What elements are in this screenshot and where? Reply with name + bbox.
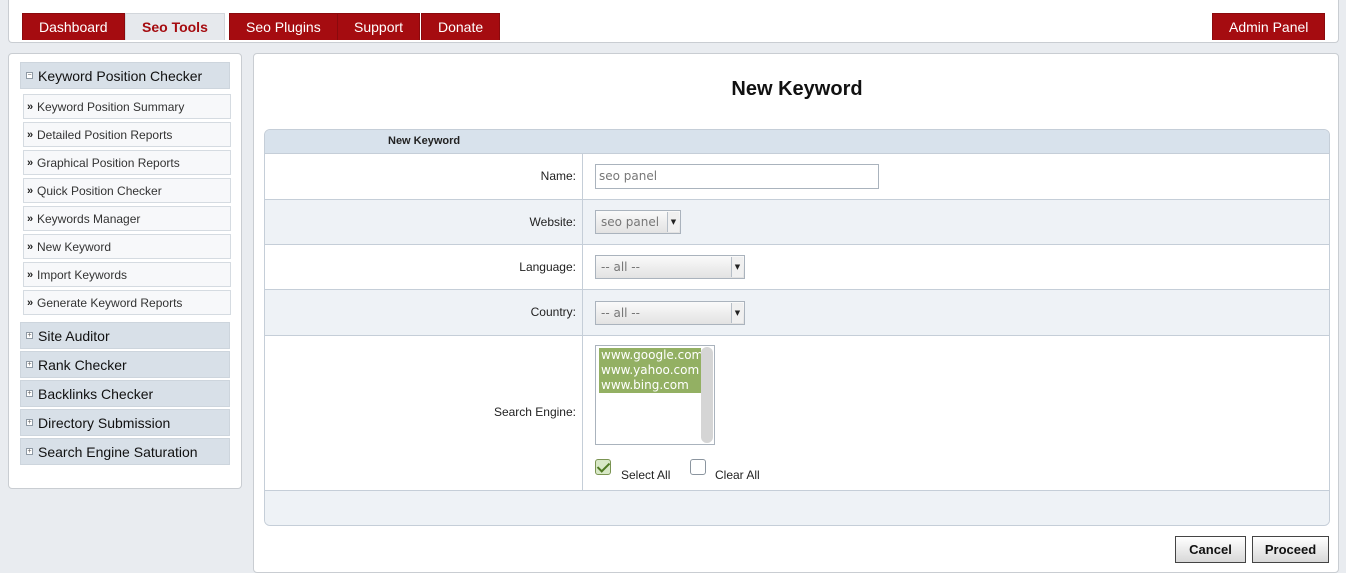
double-chevron-right-icon: » — [27, 101, 34, 113]
sidebar-section-label: Rank Checker — [38, 357, 127, 373]
sidebar-section-search-engine-saturation[interactable]: + Search Engine Saturation — [20, 438, 230, 465]
sidebar-item-label: Detailed Position Reports — [37, 128, 173, 142]
website-label: Website: — [529, 215, 576, 229]
sidebar-section-site-auditor[interactable]: + Site Auditor — [20, 322, 230, 349]
form-row-country: Country: -- all -- ▼ — [265, 290, 1329, 336]
search-engine-option-google[interactable]: www.google.com — [599, 348, 703, 363]
language-label: Language: — [519, 260, 576, 274]
clear-all-label: Clear All — [715, 468, 760, 482]
sidebar-item-label: Generate Keyword Reports — [37, 296, 183, 310]
form-row-name: Name: seo panel — [265, 154, 1329, 200]
sidebar-item-label: Keyword Position Summary — [37, 100, 185, 114]
double-chevron-right-icon: » — [27, 185, 34, 197]
form-header: New Keyword — [265, 130, 1329, 154]
sidebar-section-label: Keyword Position Checker — [38, 68, 203, 84]
tab-seo-tools[interactable]: Seo Tools — [125, 13, 225, 40]
name-label: Name: — [540, 169, 576, 183]
admin-panel-button[interactable]: Admin Panel — [1212, 13, 1326, 40]
country-select-value: -- all -- — [601, 306, 640, 320]
sidebar-item-label: Graphical Position Reports — [37, 156, 180, 170]
sidebar-item-graphical-position-reports[interactable]: » Graphical Position Reports — [23, 150, 231, 175]
listbox-scrollbar[interactable] — [701, 347, 713, 443]
sidebar-section-backlinks-checker[interactable]: + Backlinks Checker — [20, 380, 230, 407]
select-all-checkbox[interactable] — [595, 459, 611, 475]
double-chevron-right-icon: » — [27, 297, 34, 309]
sidebar-item-import-keywords[interactable]: » Import Keywords — [23, 262, 231, 287]
sidebar-item-keywords-manager[interactable]: » Keywords Manager — [23, 206, 231, 231]
form-row-website: Website: seo panel ▼ — [265, 200, 1329, 245]
top-navigation-bar: Dashboard Seo Tools Seo Plugins Support … — [8, 0, 1339, 43]
expand-icon: + — [26, 390, 33, 397]
double-chevron-right-icon: » — [27, 129, 34, 141]
tab-seo-plugins[interactable]: Seo Plugins — [229, 13, 338, 40]
main-content: New Keyword New Keyword Name: seo panel … — [253, 53, 1339, 573]
website-select-value: seo panel — [601, 215, 660, 229]
sidebar-item-generate-keyword-reports[interactable]: » Generate Keyword Reports — [23, 290, 231, 315]
dropdown-arrow-icon: ▼ — [731, 257, 743, 277]
sidebar-item-label: Quick Position Checker — [37, 184, 162, 198]
language-select-value: -- all -- — [601, 260, 640, 274]
sidebar-item-detailed-position-reports[interactable]: » Detailed Position Reports — [23, 122, 231, 147]
sidebar-section-label: Backlinks Checker — [38, 386, 154, 402]
sidebar-item-label: New Keyword — [37, 240, 112, 254]
expand-icon: + — [26, 419, 33, 426]
sidebar-section-rank-checker[interactable]: + Rank Checker — [20, 351, 230, 378]
sidebar-item-label: Import Keywords — [37, 268, 128, 282]
website-select[interactable]: seo panel ▼ — [595, 210, 681, 234]
page-title: New Keyword — [731, 78, 863, 100]
search-engine-option-bing[interactable]: www.bing.com — [599, 378, 701, 393]
tab-support[interactable]: Support — [337, 13, 421, 40]
country-label: Country: — [530, 305, 576, 319]
double-chevron-right-icon: » — [27, 269, 34, 281]
double-chevron-right-icon: » — [27, 157, 34, 169]
sidebar-section-label: Directory Submission — [38, 415, 171, 431]
new-keyword-form: New Keyword Name: seo panel Website: seo… — [264, 129, 1330, 526]
language-select[interactable]: -- all -- ▼ — [595, 255, 745, 279]
form-header-title: New Keyword — [388, 135, 461, 147]
search-engine-label: Search Engine: — [493, 405, 576, 419]
proceed-button[interactable]: Proceed — [1252, 536, 1329, 563]
sidebar: − Keyword Position Checker » Keyword Pos… — [8, 53, 242, 489]
sidebar-item-keyword-position-summary[interactable]: » Keyword Position Summary — [23, 94, 231, 119]
double-chevron-right-icon: » — [27, 241, 34, 253]
form-row-language: Language: -- all -- ▼ — [265, 245, 1329, 290]
expand-icon: + — [26, 332, 33, 339]
cancel-button[interactable]: Cancel — [1175, 536, 1246, 563]
select-all-label: Select All — [621, 468, 671, 482]
double-chevron-right-icon: » — [27, 213, 34, 225]
form-footer-row — [265, 491, 1329, 525]
search-engine-listbox[interactable]: www.google.com www.yahoo.com www.bing.co… — [595, 345, 715, 445]
sidebar-section-label: Search Engine Saturation — [38, 444, 198, 460]
tab-donate[interactable]: Donate — [421, 13, 501, 40]
expand-icon: + — [26, 361, 33, 368]
sidebar-item-new-keyword[interactable]: » New Keyword — [23, 234, 231, 259]
name-input[interactable]: seo panel — [595, 164, 879, 189]
dropdown-arrow-icon: ▼ — [667, 212, 679, 232]
country-select[interactable]: -- all -- ▼ — [595, 301, 745, 325]
collapse-icon: − — [26, 72, 33, 79]
sidebar-section-label: Site Auditor — [38, 328, 110, 344]
sidebar-item-quick-position-checker[interactable]: » Quick Position Checker — [23, 178, 231, 203]
expand-icon: + — [26, 448, 33, 455]
form-row-search-engine: Search Engine: www.google.com www.yahoo.… — [265, 336, 1329, 491]
sidebar-section-keyword-position-checker[interactable]: − Keyword Position Checker — [20, 62, 230, 89]
sidebar-item-label: Keywords Manager — [37, 212, 141, 226]
sidebar-section-directory-submission[interactable]: + Directory Submission — [20, 409, 230, 436]
search-engine-option-yahoo[interactable]: www.yahoo.com — [599, 363, 701, 378]
dropdown-arrow-icon: ▼ — [731, 303, 743, 323]
tab-dashboard[interactable]: Dashboard — [22, 13, 125, 40]
clear-all-checkbox[interactable] — [690, 459, 706, 475]
